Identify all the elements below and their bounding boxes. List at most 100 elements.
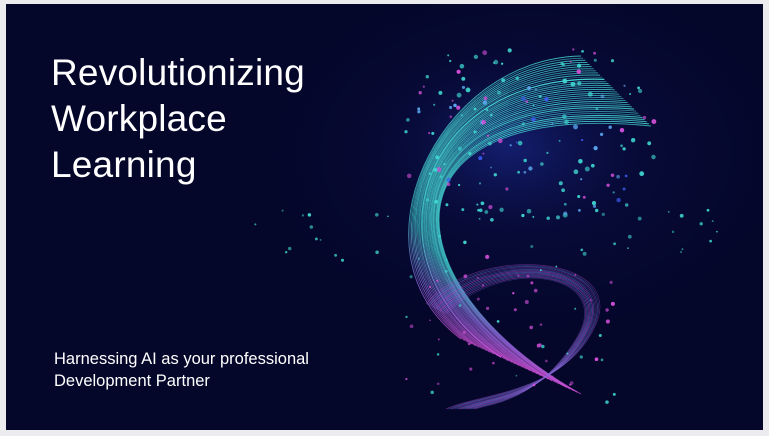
particle-dot <box>521 213 525 218</box>
particle-dot <box>485 254 490 259</box>
particle-dot <box>562 78 568 84</box>
particle-dot <box>616 197 621 203</box>
particle-dot <box>605 308 609 312</box>
particle-dot <box>457 183 461 187</box>
particle-dot <box>284 250 288 254</box>
particle-dot <box>426 198 429 202</box>
particle-dot <box>630 137 636 143</box>
particle-dot <box>463 240 467 245</box>
particle-dot <box>477 208 480 212</box>
particle-dot <box>480 201 485 206</box>
particle-dot <box>527 86 531 90</box>
subtitle-line: Development Partner <box>54 372 210 390</box>
particle-dot <box>563 202 567 206</box>
particle-dot <box>467 89 470 92</box>
particle-dot <box>581 139 584 142</box>
particle-dot <box>309 225 314 229</box>
particle-dot <box>558 139 561 142</box>
particle-dot <box>577 63 582 68</box>
particle-dot <box>374 212 379 217</box>
particle-dot <box>569 383 572 386</box>
particle-dot <box>582 195 586 199</box>
particle-dot <box>449 115 453 119</box>
particle-dot <box>458 304 462 307</box>
particle-dot <box>340 258 345 262</box>
particle-dot <box>473 107 477 111</box>
particle-dot <box>539 269 542 272</box>
particle-dot <box>538 94 542 98</box>
subtitle-line: Harnessing AI as your professional <box>54 350 309 368</box>
particle-dot <box>505 187 509 191</box>
particle-dot <box>451 99 454 102</box>
particle-dot <box>562 114 567 119</box>
particle-dot <box>459 63 465 69</box>
particle-dot <box>610 301 615 306</box>
particle-dot <box>580 50 584 53</box>
particle-dot <box>555 265 558 268</box>
particle-dot <box>521 122 525 126</box>
particle-dot <box>622 187 626 191</box>
particle-dot <box>456 105 461 110</box>
particle-dot <box>594 357 599 362</box>
particle-dot <box>460 114 463 117</box>
particle-dot <box>436 353 440 356</box>
particle-dot <box>540 162 544 166</box>
particle-dot <box>461 76 466 81</box>
particle-dot <box>430 390 434 395</box>
particle-dot <box>417 257 420 260</box>
particle-dot <box>517 140 523 146</box>
particle-dot <box>613 242 616 246</box>
particle-dot <box>577 81 582 86</box>
particle-dot <box>706 208 710 212</box>
particle-dot <box>574 273 577 276</box>
particle-dot <box>482 152 485 155</box>
particle-dot <box>428 172 431 175</box>
particle-dot <box>530 281 534 285</box>
particle-dot <box>572 48 575 51</box>
particle-dot <box>523 170 527 174</box>
particle-dot <box>482 50 488 56</box>
particle-dot <box>482 100 488 105</box>
particle-dot <box>610 173 615 178</box>
particle-dot <box>600 94 605 99</box>
particle-dot <box>463 274 468 279</box>
particle-dot <box>314 237 318 241</box>
particle-dot <box>629 93 632 95</box>
particle-dot <box>651 154 656 160</box>
particle-dot <box>627 247 629 249</box>
particle-dot <box>561 62 566 67</box>
particle-dot <box>486 306 490 310</box>
particle-dot <box>444 269 448 273</box>
particle-dot <box>476 203 479 206</box>
particle-dot <box>551 122 554 126</box>
particle-dot <box>473 130 477 134</box>
particle-dot <box>647 141 652 146</box>
particle-dot <box>605 400 609 404</box>
particle-dot <box>461 208 465 212</box>
particle-dot <box>619 127 625 133</box>
particle-dot <box>593 58 597 62</box>
particle-dot <box>409 324 414 329</box>
particle-dot <box>496 320 500 323</box>
particle-dot <box>576 69 582 74</box>
particle-dot <box>405 315 408 319</box>
particle-dot <box>387 215 389 218</box>
particle-dot <box>639 171 645 177</box>
particle-dot <box>574 307 577 310</box>
particle-dot <box>501 78 506 83</box>
particle-dot <box>422 85 425 88</box>
particle-dot <box>582 251 587 256</box>
title-line: Workplace <box>51 98 227 139</box>
particle-dot <box>622 147 626 151</box>
particle-dot <box>532 215 535 218</box>
title-slide[interactable]: Revolutionizing Workplace Learning Harne… <box>6 4 763 430</box>
particle-dot <box>456 69 461 74</box>
particle-dot <box>616 174 620 179</box>
particle-dot <box>563 211 568 216</box>
particle-dot <box>523 158 527 163</box>
particle-dot <box>435 155 440 160</box>
particle-dot <box>406 173 412 179</box>
particle-dot <box>584 166 590 172</box>
particle-dot <box>490 166 493 169</box>
particle-dot <box>488 205 493 210</box>
